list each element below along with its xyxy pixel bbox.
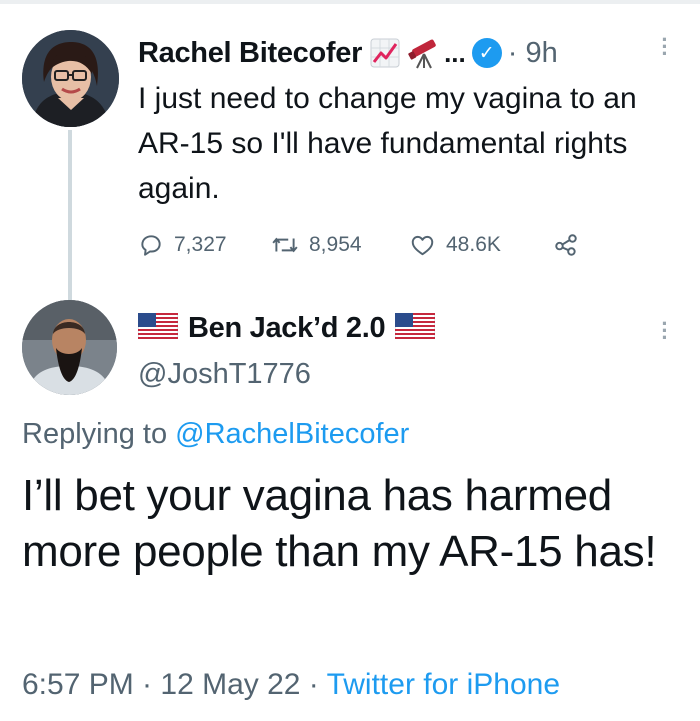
tweet-source-link[interactable]: Twitter for iPhone [327, 668, 560, 701]
reply-author-row: Ben Jack’d 2.0 [137, 306, 436, 350]
reply-button[interactable]: 7,327 [138, 232, 271, 258]
chart-increasing-icon [370, 38, 400, 68]
parent-tweet-text: I just need to change my vagina to an AR… [138, 82, 637, 205]
thread-connector-line [68, 130, 72, 300]
us-flag-icon [394, 312, 436, 344]
avatar-rachel-bitecofer[interactable] [22, 30, 119, 127]
replying-to-prefix: Replying to [22, 418, 168, 450]
name-truncation-ellipsis: ... [444, 37, 466, 68]
retweet-button[interactable]: 8,954 [271, 232, 409, 258]
avatar-ben-jackd[interactable] [22, 300, 117, 395]
reply-timestamp[interactable]: 6:57 PM · 12 May 22 · [22, 668, 319, 701]
parent-tweet-time[interactable]: · 9h [508, 37, 558, 70]
reply-icon [141, 235, 161, 256]
like-button[interactable]: 48.6K [409, 232, 552, 258]
telescope-icon [408, 37, 442, 69]
share-icon [555, 234, 577, 256]
parent-tweet-header: Rachel Bitecofer ... ✓ · 9h [138, 30, 558, 76]
reply-tweet-meta: 6:57 PM · 12 May 22 · Twitter for iPhone [22, 668, 560, 702]
reply-tweet-text: I’ll bet your vagina has harmed more peo… [22, 471, 657, 576]
replying-to-mention-link[interactable]: @RachelBitecofer [175, 418, 409, 450]
like-count: 48.6K [446, 233, 501, 256]
retweet-count: 8,954 [309, 233, 362, 256]
parent-tweet-actions: 7,327 8,954 48.6K [138, 228, 590, 262]
reply-author-handle[interactable]: @JoshT1776 [138, 358, 311, 391]
heart-icon [411, 235, 434, 256]
us-flag-icon [137, 312, 179, 344]
retweet-icon [272, 237, 298, 253]
reply-author-name[interactable]: Ben Jack’d 2.0 [188, 312, 386, 345]
verified-badge-icon: ✓ [471, 38, 502, 68]
parent-author-name[interactable]: Rachel Bitecofer [138, 37, 362, 70]
more-options-icon[interactable]: · · · [660, 29, 670, 65]
reply-count: 7,327 [174, 233, 227, 256]
share-button[interactable] [552, 232, 590, 258]
replying-to-line: Replying to @RachelBitecofer [22, 418, 409, 451]
more-options-icon[interactable]: · · · [660, 313, 670, 349]
top-divider [0, 0, 700, 4]
